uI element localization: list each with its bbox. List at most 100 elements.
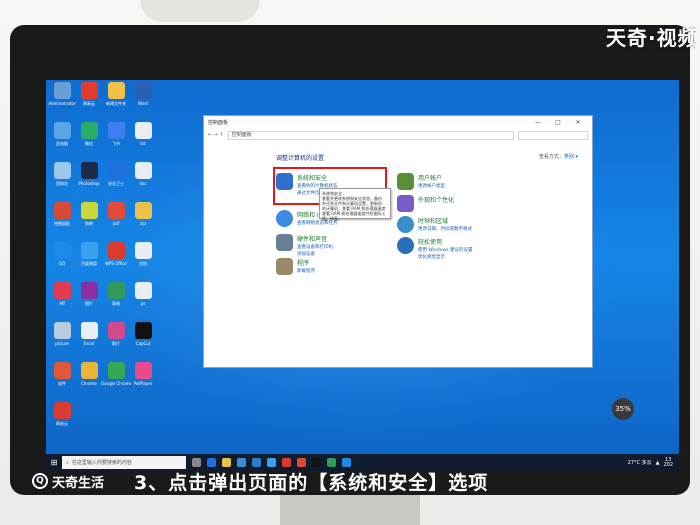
desktop-icon-label: 飞书 — [112, 141, 120, 146]
app-icon — [134, 122, 152, 139]
control-panel-window: 控制面板 — □ ✕ ← → ↑ 控制面板 调整计算机的设置 查看方式：类别 ▾… — [203, 115, 593, 368]
desktop-icon[interactable]: 新建文件夹 — [101, 82, 131, 106]
desktop-icon[interactable]: 表格 — [101, 282, 131, 306]
category-head[interactable]: 程序 — [297, 258, 315, 267]
desktop-icon[interactable]: Google Chrome — [101, 362, 131, 386]
category-ease-of-access[interactable]: 轻松使用 使用 Windows 建议的设置 优化视觉显示 — [397, 237, 472, 260]
desktop-screen: Administrator 网易云 新建文件夹 Word 此电脑 微信 飞书 txt 回收站 Ph… — [46, 80, 679, 471]
desktop-icon-label: 百度网盘 — [81, 261, 97, 266]
category-head[interactable]: 硬件和声音 — [297, 234, 333, 243]
desktop-icon-label: 剪映 — [85, 221, 93, 226]
network-icon[interactable]: ▲ — [656, 460, 660, 466]
desktop-icon[interactable]: pdf — [101, 202, 131, 226]
minimize-button[interactable]: — — [528, 119, 548, 126]
desktop-icon[interactable]: Aff — [47, 282, 77, 306]
desktop-icon[interactable]: 网易云 — [47, 402, 77, 426]
app-icon — [53, 122, 71, 139]
category-link[interactable]: 更改日期、时间或数字格式 — [418, 226, 472, 232]
background-decoration — [140, 0, 260, 22]
category-link[interactable]: 使用 Windows 建议的设置 — [418, 247, 472, 253]
desktop-icon[interactable]: Excel — [74, 322, 104, 346]
desktop-icon-label: Word — [137, 101, 149, 106]
desktop-icon[interactable]: 文档 — [128, 242, 158, 266]
desktop-icon[interactable]: 飞书 — [101, 122, 131, 146]
desktop-icon[interactable]: 回收站 — [47, 162, 77, 186]
category-programs[interactable]: 程序 卸载程序 — [276, 258, 315, 275]
desktop-icon-label: 此电脑 — [56, 141, 68, 146]
app-icon — [80, 162, 98, 179]
desktop-icon[interactable]: 软件 — [47, 362, 77, 386]
desktop-icon[interactable]: txt — [128, 122, 158, 146]
desktop-icon[interactable]: ps — [128, 282, 158, 306]
desktop-icon-label: QQ — [58, 261, 66, 266]
desktop-icon[interactable]: Photoshop — [74, 162, 104, 186]
weather-status[interactable]: 27°C 多云 — [628, 459, 652, 466]
desktop-icon[interactable]: 网易云 — [74, 82, 104, 106]
palette-icon — [397, 195, 414, 212]
window-search-input[interactable] — [518, 130, 588, 140]
desktop-icon[interactable]: 微信 — [74, 122, 104, 146]
monitor-frame: Administrator 网易云 新建文件夹 Word 此电脑 微信 飞书 txt 回收站 Ph… — [10, 25, 690, 495]
category-user-accounts[interactable]: 用户帐户 更改帐户类型 — [397, 173, 445, 190]
desktop-icon[interactable]: zip — [128, 202, 158, 226]
desktop-icon[interactable]: Chrome — [74, 362, 104, 386]
desktop-icon[interactable]: 此电脑 — [47, 122, 77, 146]
app-icon — [53, 82, 71, 99]
desktop-icon[interactable]: 剪映 — [74, 202, 104, 226]
category-appearance[interactable]: 外观和个性化 — [397, 195, 454, 212]
desktop-icon-label: Excel — [83, 341, 95, 346]
app-icon — [80, 362, 98, 379]
caption-text: 3、点击弹出页面的【系统和安全】选项 — [134, 471, 489, 494]
category-link[interactable]: 卸载程序 — [297, 268, 315, 274]
view-mode[interactable]: 查看方式：类别 ▾ — [539, 153, 578, 160]
window-title: 控制面板 — [208, 119, 229, 126]
desktop-icon[interactable]: picture — [47, 322, 77, 346]
printer-icon — [276, 234, 293, 251]
category-link[interactable]: 更改帐户类型 — [418, 183, 445, 189]
category-tooltip: 系统和安全 查看并更改系统和安全状态，备份 并还原文件和计算机设置，更新你 的计… — [319, 188, 391, 221]
desktop-icon[interactable]: PotPlayer — [128, 362, 158, 386]
maximize-button[interactable]: □ — [548, 119, 568, 126]
desktop-icon-label: 控制面板 — [54, 221, 70, 226]
desktop-icon[interactable]: 控制面板 — [47, 202, 77, 226]
app-icon — [53, 162, 71, 179]
category-link[interactable]: 添加设备 — [297, 251, 333, 257]
close-button[interactable]: ✕ — [568, 119, 588, 126]
address-path[interactable]: 控制面板 — [227, 130, 514, 140]
desktop-icon[interactable]: 照片 — [101, 322, 131, 346]
desktop-icon[interactable]: Administrator — [47, 82, 77, 106]
desktop-icon-label: picture — [55, 341, 69, 346]
desktop-icon[interactable]: 百度网盘 — [74, 242, 104, 266]
desktop-icon[interactable]: 图片 — [74, 282, 104, 306]
app-icon — [107, 162, 125, 179]
caption-bar: Q 天奇生活 3、点击弹出页面的【系统和安全】选项 — [10, 466, 690, 496]
monitor-stand — [280, 494, 420, 525]
desktop-icon[interactable]: CapCut — [128, 322, 158, 346]
address-bar: ← → ↑ 控制面板 — [204, 128, 592, 142]
desktop-icon-label: 图片 — [85, 301, 93, 306]
category-head[interactable]: 用户帐户 — [418, 173, 445, 182]
desktop-icon-label: 新建文件夹 — [106, 101, 126, 106]
desktop-icon-label: 文档 — [139, 261, 147, 266]
category-head[interactable]: 外观和个性化 — [418, 195, 454, 204]
category-link[interactable]: 优化视觉显示 — [418, 254, 472, 260]
desktop-icon[interactable]: 安全卫士 — [101, 162, 131, 186]
category-clock-region[interactable]: 时钟和区域 更改日期、时间或数字格式 — [397, 216, 472, 233]
app-icon — [107, 282, 125, 299]
desktop-icon-label: Chrome — [81, 381, 97, 386]
category-head[interactable]: 轻松使用 — [418, 237, 472, 246]
desktop-icon-label: PotPlayer — [133, 381, 153, 386]
category-head[interactable]: 时钟和区域 — [418, 216, 472, 225]
desktop-icon-label: 网易云 — [56, 421, 68, 426]
category-link[interactable]: 查看设备和打印机 — [297, 244, 333, 250]
app-icon — [80, 82, 98, 99]
nav-arrows[interactable]: ← → ↑ — [208, 132, 224, 138]
category-hardware[interactable]: 硬件和声音 查看设备和打印机 添加设备 — [276, 234, 333, 257]
app-icon — [134, 362, 152, 379]
view-value[interactable]: 类别 ▾ — [564, 154, 578, 160]
desktop-icon[interactable]: WPS Office — [101, 242, 131, 266]
desktop-icon[interactable]: Word — [128, 82, 158, 106]
desktop-icon[interactable]: QQ — [47, 242, 77, 266]
clock-icon — [397, 216, 414, 233]
desktop-icon[interactable]: doc — [128, 162, 158, 186]
